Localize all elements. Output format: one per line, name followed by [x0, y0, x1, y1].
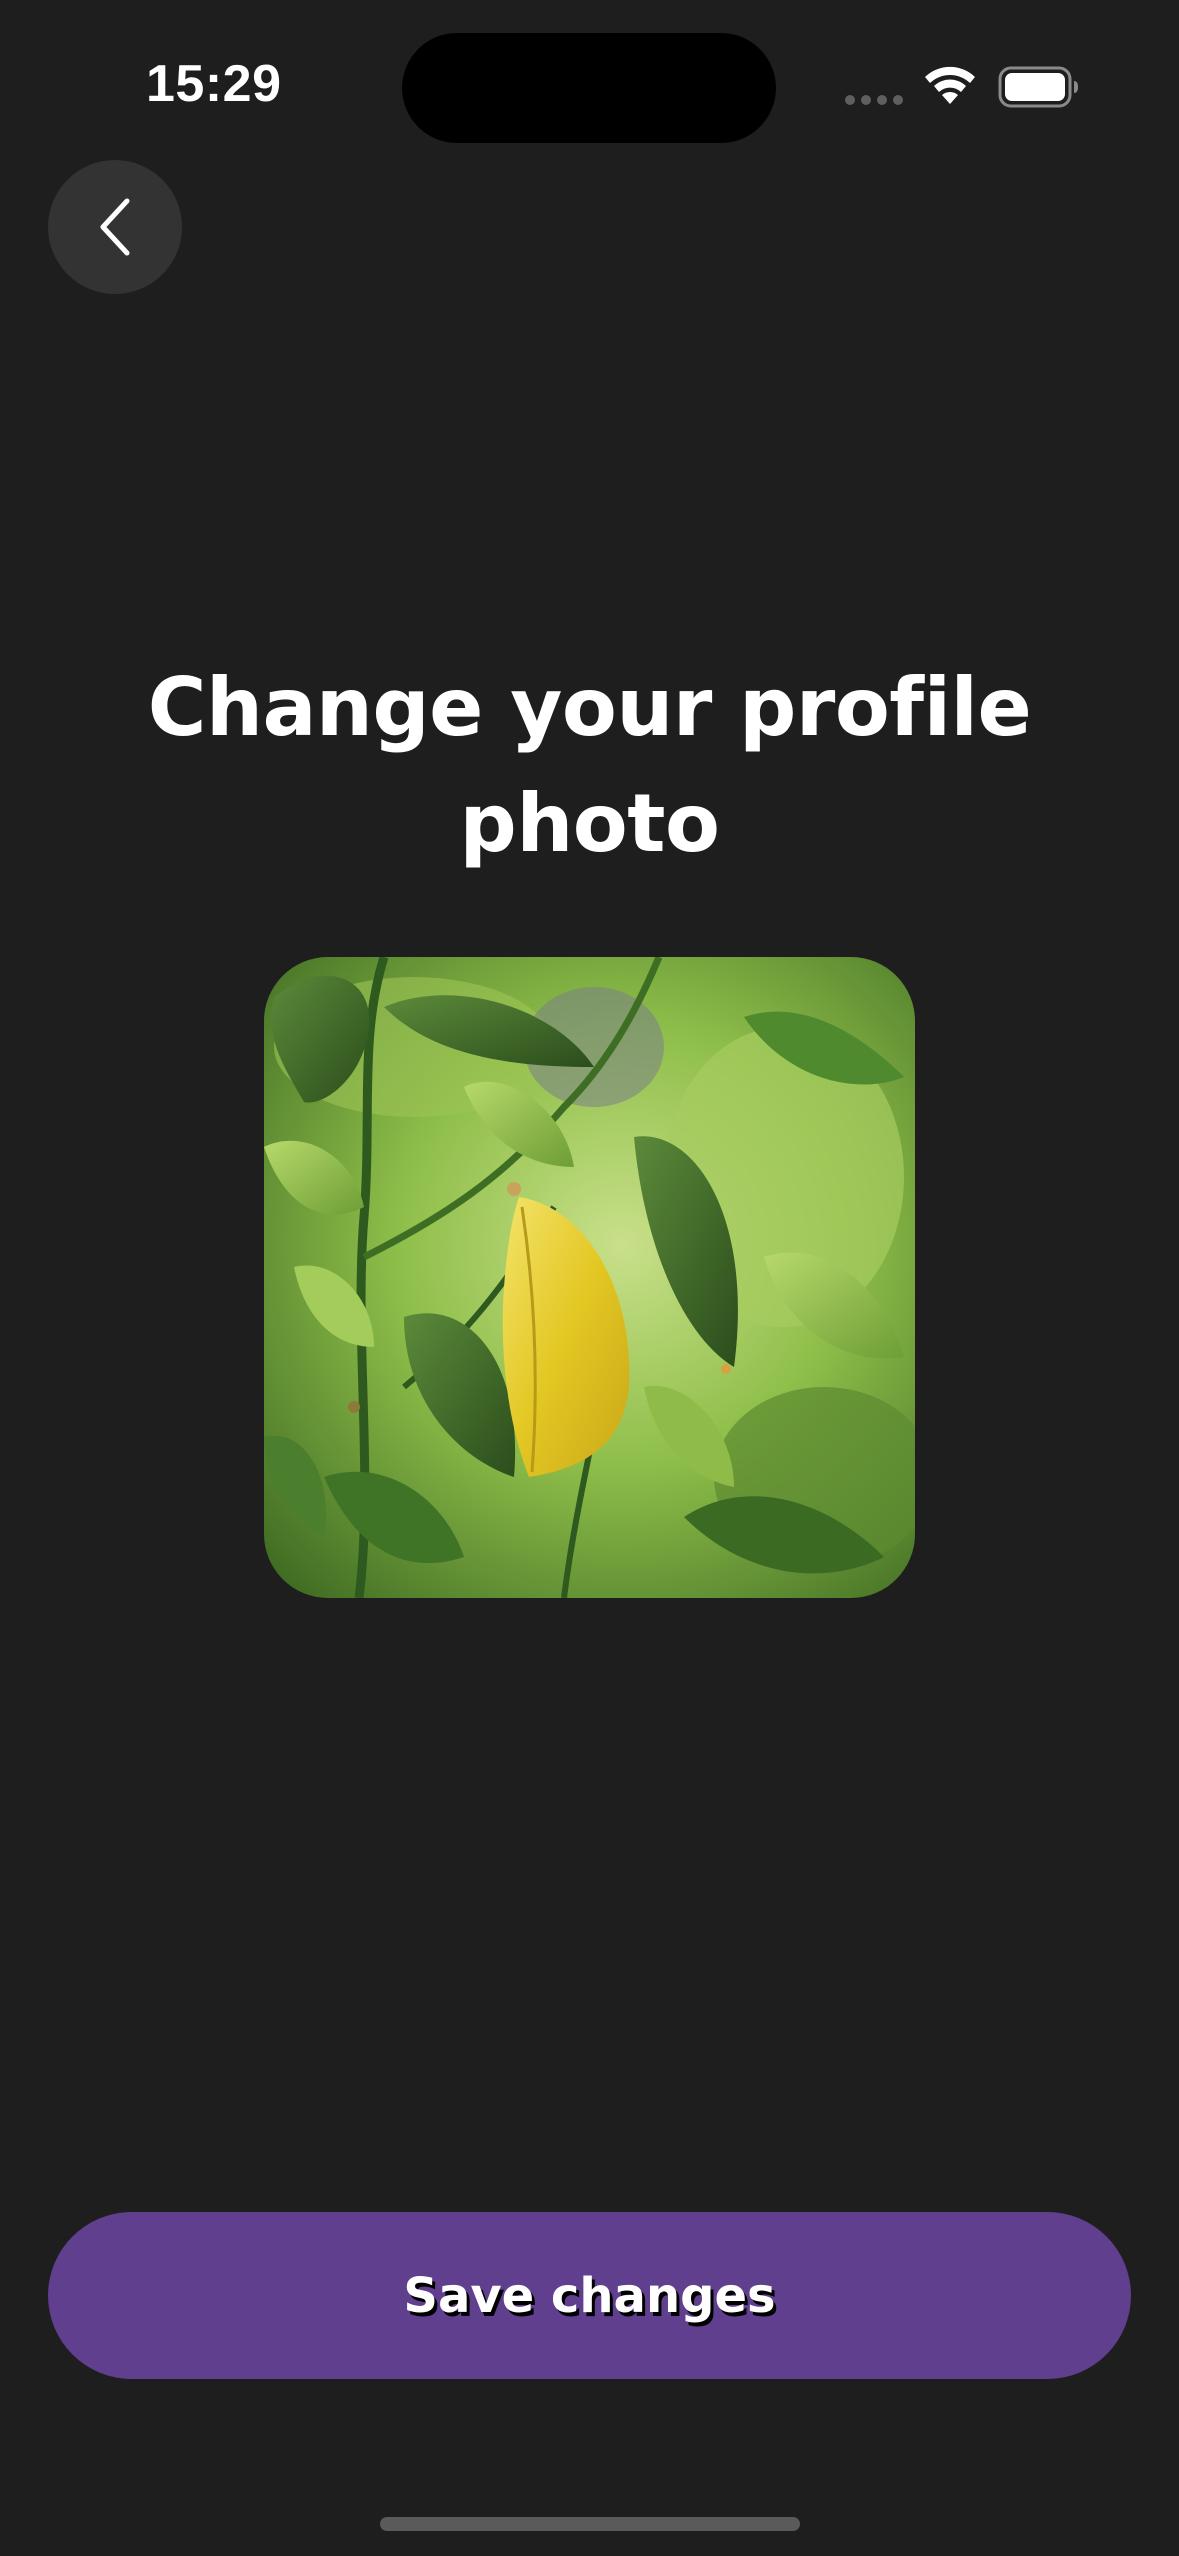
wifi-icon: [922, 64, 978, 112]
cellular-signal-icon: [845, 95, 905, 109]
dynamic-island: [402, 33, 776, 143]
page-title: Change your profile photo: [147, 661, 1032, 870]
save-changes-label: Save changes: [403, 2267, 776, 2324]
home-indicator[interactable]: [380, 2517, 800, 2531]
profile-photo[interactable]: [264, 957, 915, 1598]
chevron-left-icon: [100, 198, 130, 256]
battery-icon: [998, 66, 1080, 112]
status-time: 15:29: [146, 55, 282, 113]
profile-photo-image: [264, 957, 915, 1598]
save-changes-button[interactable]: Save changes: [48, 2212, 1131, 2379]
back-button[interactable]: [48, 160, 182, 294]
